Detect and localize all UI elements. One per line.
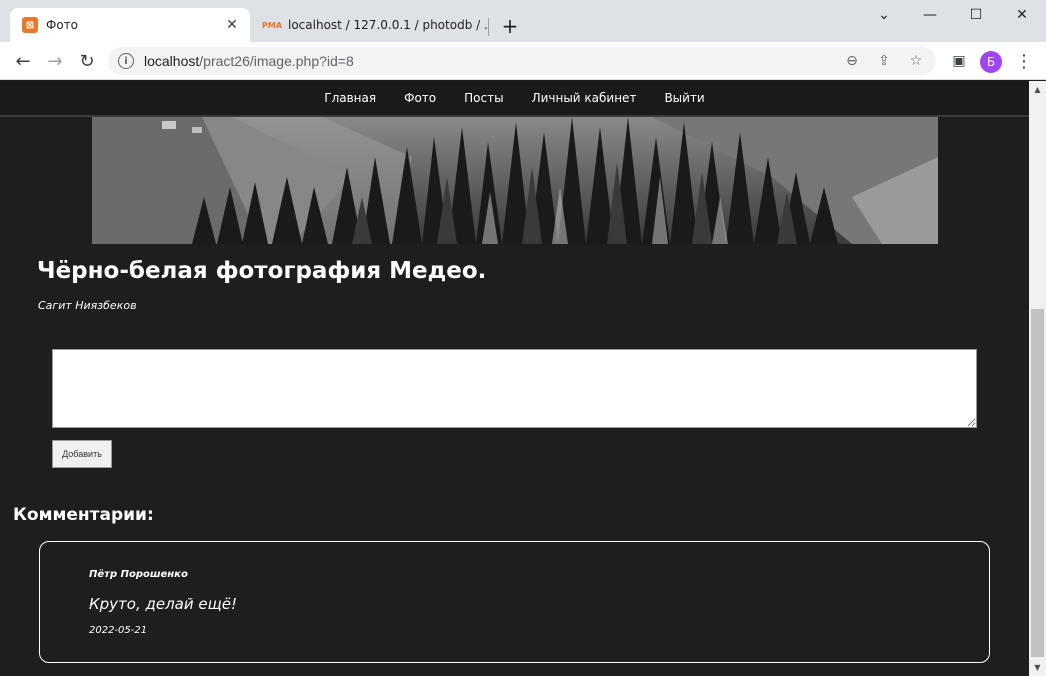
comment-date: 2022-05-21 [89, 625, 148, 636]
scroll-up-icon[interactable]: ▲ [1029, 81, 1046, 98]
comment-card: Пётр Порошенко Круто, делай ещё! 2022-05… [39, 541, 990, 663]
site-info-icon[interactable]: i [118, 53, 134, 69]
page-viewport: Главная Фото Посты Личный кабинет Выйти [0, 81, 1029, 676]
page-scrollbar[interactable]: ▲ ▼ [1029, 81, 1046, 676]
comment-textarea[interactable] [52, 349, 977, 428]
tab-divider [488, 18, 489, 36]
close-window-button[interactable]: ✕ [999, 0, 1045, 30]
avatar[interactable]: Б [980, 51, 1002, 73]
nav-item-posts[interactable]: Посты [450, 91, 517, 105]
comment-author: Пётр Порошенко [89, 569, 188, 580]
scrollbar-thumb[interactable] [1031, 309, 1044, 657]
nav-item-home[interactable]: Главная [310, 91, 390, 105]
new-tab-button[interactable]: + [498, 14, 522, 38]
nav-item-photo[interactable]: Фото [390, 91, 450, 105]
tab-phpmyadmin[interactable]: PMA localhost / 127.0.0.1 / photodb / ..… [252, 8, 488, 42]
tab-strip: ⊠ Фото ✕ PMA localhost / 127.0.0.1 / pho… [0, 0, 1046, 42]
photo-author: Сагит Ниязбеков [38, 299, 137, 312]
minimize-button[interactable]: — [907, 0, 953, 30]
bookmark-star-icon[interactable]: ☆ [904, 49, 928, 73]
nav-item-logout[interactable]: Выйти [650, 91, 718, 105]
close-icon[interactable]: ✕ [222, 15, 242, 35]
url-text[interactable]: localhost/pract26/image.php?id=8 [144, 53, 840, 69]
side-panel-icon[interactable]: ▣ [945, 47, 973, 75]
menu-icon[interactable]: ⋮ [1010, 47, 1038, 75]
maximize-button[interactable]: ☐ [953, 0, 999, 30]
tab-search-icon[interactable]: ⌄ [861, 0, 907, 30]
address-bar[interactable]: i localhost/pract26/image.php?id=8 ⊖ ⇪ ☆ [108, 47, 936, 75]
comment-text: Круто, делай ещё! [89, 595, 237, 613]
forward-button[interactable]: → [41, 47, 69, 75]
photo-image [92, 117, 938, 244]
zoom-icon[interactable]: ⊖ [840, 49, 864, 73]
browser-toolbar: ← → ↻ i localhost/pract26/image.php?id=8… [0, 42, 1046, 80]
tab-photo[interactable]: ⊠ Фото ✕ [10, 8, 250, 42]
add-comment-button[interactable]: Добавить [52, 440, 112, 468]
tab-title: Фото [46, 18, 79, 32]
tab-title: localhost / 127.0.0.1 / photodb / ... [288, 18, 488, 32]
comments-heading: Комментарии: [13, 505, 154, 525]
xampp-icon: ⊠ [22, 17, 38, 33]
photo-title: Чёрно-белая фотография Медео. [37, 258, 487, 284]
reload-button[interactable]: ↻ [73, 47, 101, 75]
share-icon[interactable]: ⇪ [872, 49, 896, 73]
nav-item-account[interactable]: Личный кабинет [518, 91, 651, 105]
phpmyadmin-icon: PMA [262, 20, 283, 30]
back-button[interactable]: ← [9, 47, 37, 75]
site-nav: Главная Фото Посты Личный кабинет Выйти [0, 81, 1029, 117]
scroll-down-icon[interactable]: ▼ [1029, 659, 1046, 676]
